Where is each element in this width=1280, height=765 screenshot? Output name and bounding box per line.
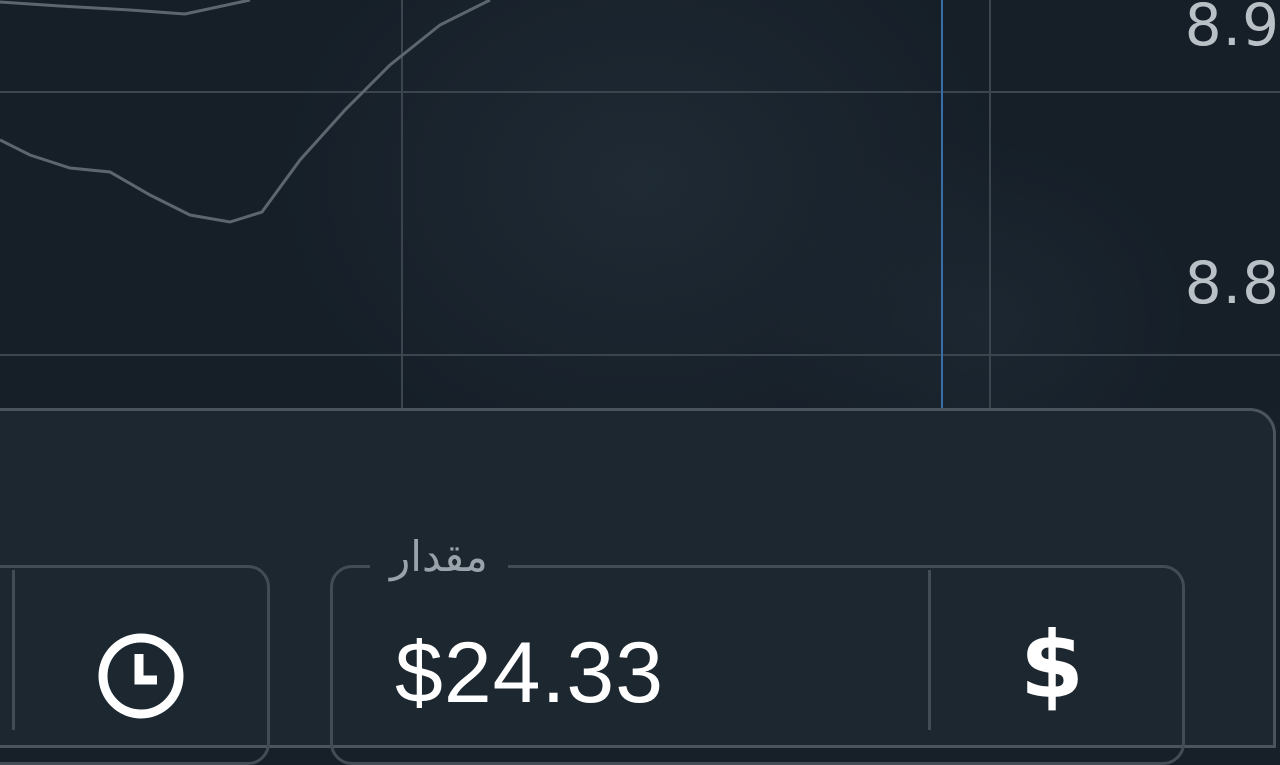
price-line — [0, 0, 491, 224]
dollar-icon[interactable]: $ — [1020, 620, 1084, 712]
field-divider — [928, 570, 931, 730]
amount-input[interactable]: $24.33 — [395, 630, 664, 716]
price-line — [0, 0, 251, 16]
amount-label: مقدار — [370, 532, 508, 583]
chart-canvas — [0, 0, 1280, 410]
clock-icon[interactable] — [95, 630, 187, 726]
price-axis-label: 8.8 — [1184, 249, 1280, 317]
price-chart[interactable]: 8.9 8.8 — [0, 0, 1280, 410]
field-divider — [12, 570, 15, 730]
price-axis-label: 8.9 — [1184, 0, 1280, 59]
